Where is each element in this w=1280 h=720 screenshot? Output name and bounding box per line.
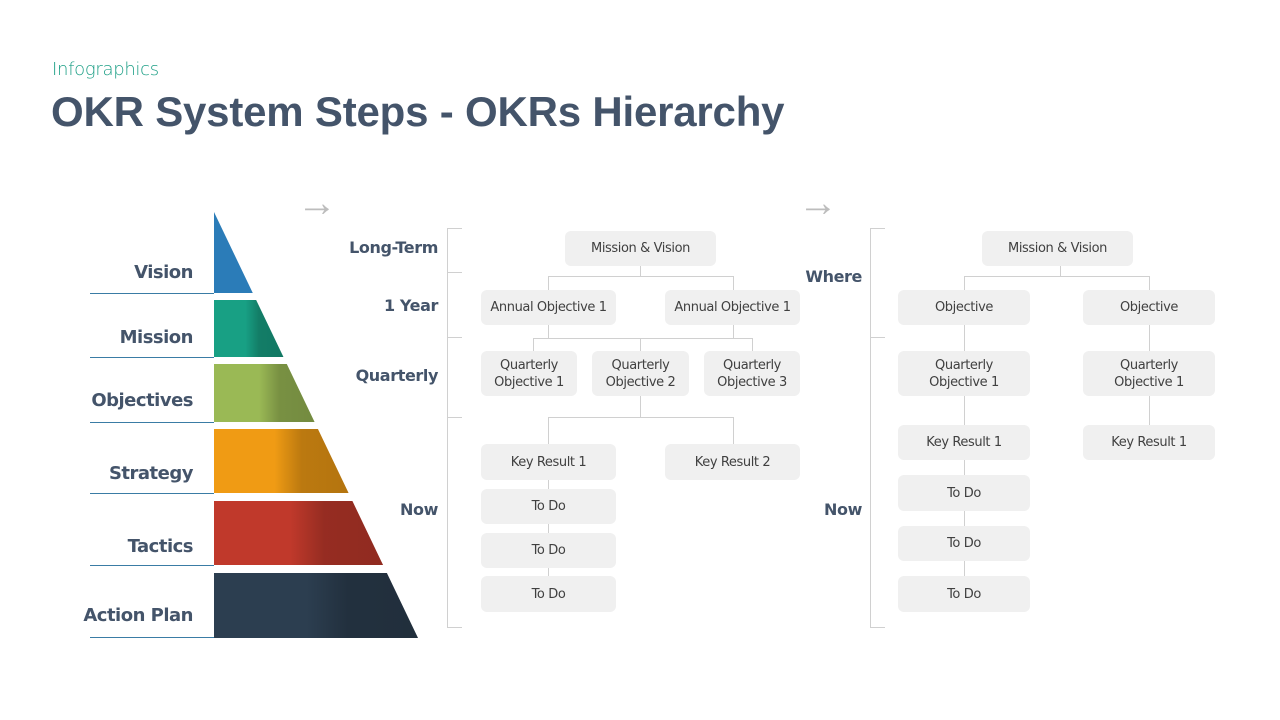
pyramid-label-vision: Vision bbox=[134, 262, 193, 283]
node-quarterly-objective: Quarterly Objective 1 bbox=[898, 351, 1030, 396]
connector bbox=[640, 395, 641, 417]
pyramid-label-mission: Mission bbox=[119, 327, 194, 348]
timeline-long-term: Long-Term bbox=[349, 238, 438, 257]
pyramid-underline bbox=[90, 293, 214, 294]
connector bbox=[1060, 266, 1061, 276]
timeline-now: Now bbox=[400, 500, 438, 519]
connector bbox=[533, 338, 534, 351]
bracket-tick bbox=[447, 417, 462, 418]
bracket-tick bbox=[870, 337, 885, 338]
pyramid-label-tactics: Tactics bbox=[127, 536, 194, 557]
node-objective: Objective bbox=[1083, 290, 1215, 325]
node-todo: To Do bbox=[898, 576, 1030, 612]
pyramid-segment-shade bbox=[214, 364, 315, 422]
pyramid-label-strategy: Strategy bbox=[108, 463, 194, 484]
node-todo: To Do bbox=[898, 526, 1030, 561]
pyramid-segment-vision bbox=[214, 212, 253, 293]
timeline-bracket bbox=[447, 228, 448, 628]
connector bbox=[548, 417, 734, 418]
node-key-result: Key Result 1 bbox=[481, 444, 616, 480]
connector bbox=[640, 338, 641, 351]
bracket-tick bbox=[870, 627, 885, 628]
node-mission-vision: Mission & Vision bbox=[565, 231, 716, 266]
pyramid-segment-shade bbox=[214, 429, 349, 493]
node-todo: To Do bbox=[898, 475, 1030, 511]
connector bbox=[733, 417, 734, 444]
connector bbox=[752, 338, 753, 351]
node-key-result: Key Result 1 bbox=[1083, 425, 1215, 460]
pyramid-underline bbox=[90, 637, 214, 638]
pyramid-label-objectives: Objectives bbox=[91, 390, 193, 411]
timeline-where: Where bbox=[805, 267, 862, 286]
node-quarterly-objective: Quarterly Objective 3 bbox=[704, 351, 800, 396]
node-key-result: Key Result 2 bbox=[665, 444, 800, 480]
connector bbox=[548, 276, 734, 277]
pyramid-underline bbox=[90, 565, 214, 566]
connector bbox=[964, 276, 965, 291]
arrow-right-icon: → bbox=[798, 181, 838, 225]
timeline-bracket bbox=[870, 228, 871, 628]
bracket-tick bbox=[447, 627, 462, 628]
connector bbox=[1149, 276, 1150, 291]
bracket-tick bbox=[447, 337, 462, 338]
pyramid bbox=[214, 212, 418, 638]
node-objective: Objective bbox=[898, 290, 1030, 325]
timeline-quarterly: Quarterly bbox=[355, 366, 439, 385]
pyramid-underline bbox=[90, 422, 214, 423]
connector bbox=[964, 276, 1150, 277]
timeline-1-year: 1 Year bbox=[384, 296, 438, 315]
node-annual-objective: Annual Objective 1 bbox=[665, 290, 800, 325]
node-mission-vision: Mission & Vision bbox=[982, 231, 1133, 266]
timeline-now: Now bbox=[824, 500, 862, 519]
pyramid-underline bbox=[90, 493, 214, 494]
connector bbox=[548, 324, 549, 338]
connector bbox=[733, 276, 734, 291]
node-todo: To Do bbox=[481, 576, 616, 612]
node-todo: To Do bbox=[481, 533, 616, 568]
connector bbox=[733, 324, 734, 338]
connector bbox=[548, 276, 549, 291]
node-quarterly-objective: Quarterly Objective 1 bbox=[481, 351, 577, 396]
connector bbox=[640, 266, 641, 276]
connector bbox=[533, 338, 753, 339]
pyramid-underline bbox=[90, 357, 214, 358]
node-annual-objective: Annual Objective 1 bbox=[481, 290, 616, 325]
connector bbox=[548, 417, 549, 444]
node-todo: To Do bbox=[481, 489, 616, 524]
node-quarterly-objective: Quarterly Objective 2 bbox=[592, 351, 689, 396]
bracket-tick bbox=[870, 228, 885, 229]
bracket-tick bbox=[447, 272, 462, 273]
node-key-result: Key Result 1 bbox=[898, 425, 1030, 460]
arrow-right-icon: → bbox=[297, 181, 337, 225]
node-quarterly-objective: Quarterly Objective 1 bbox=[1083, 351, 1215, 396]
pyramid-segment-shade bbox=[214, 300, 284, 357]
bracket-tick bbox=[447, 228, 462, 229]
pyramid-segment-shade bbox=[214, 573, 418, 638]
pyramid-label-action-plan: Action Plan bbox=[83, 605, 193, 626]
